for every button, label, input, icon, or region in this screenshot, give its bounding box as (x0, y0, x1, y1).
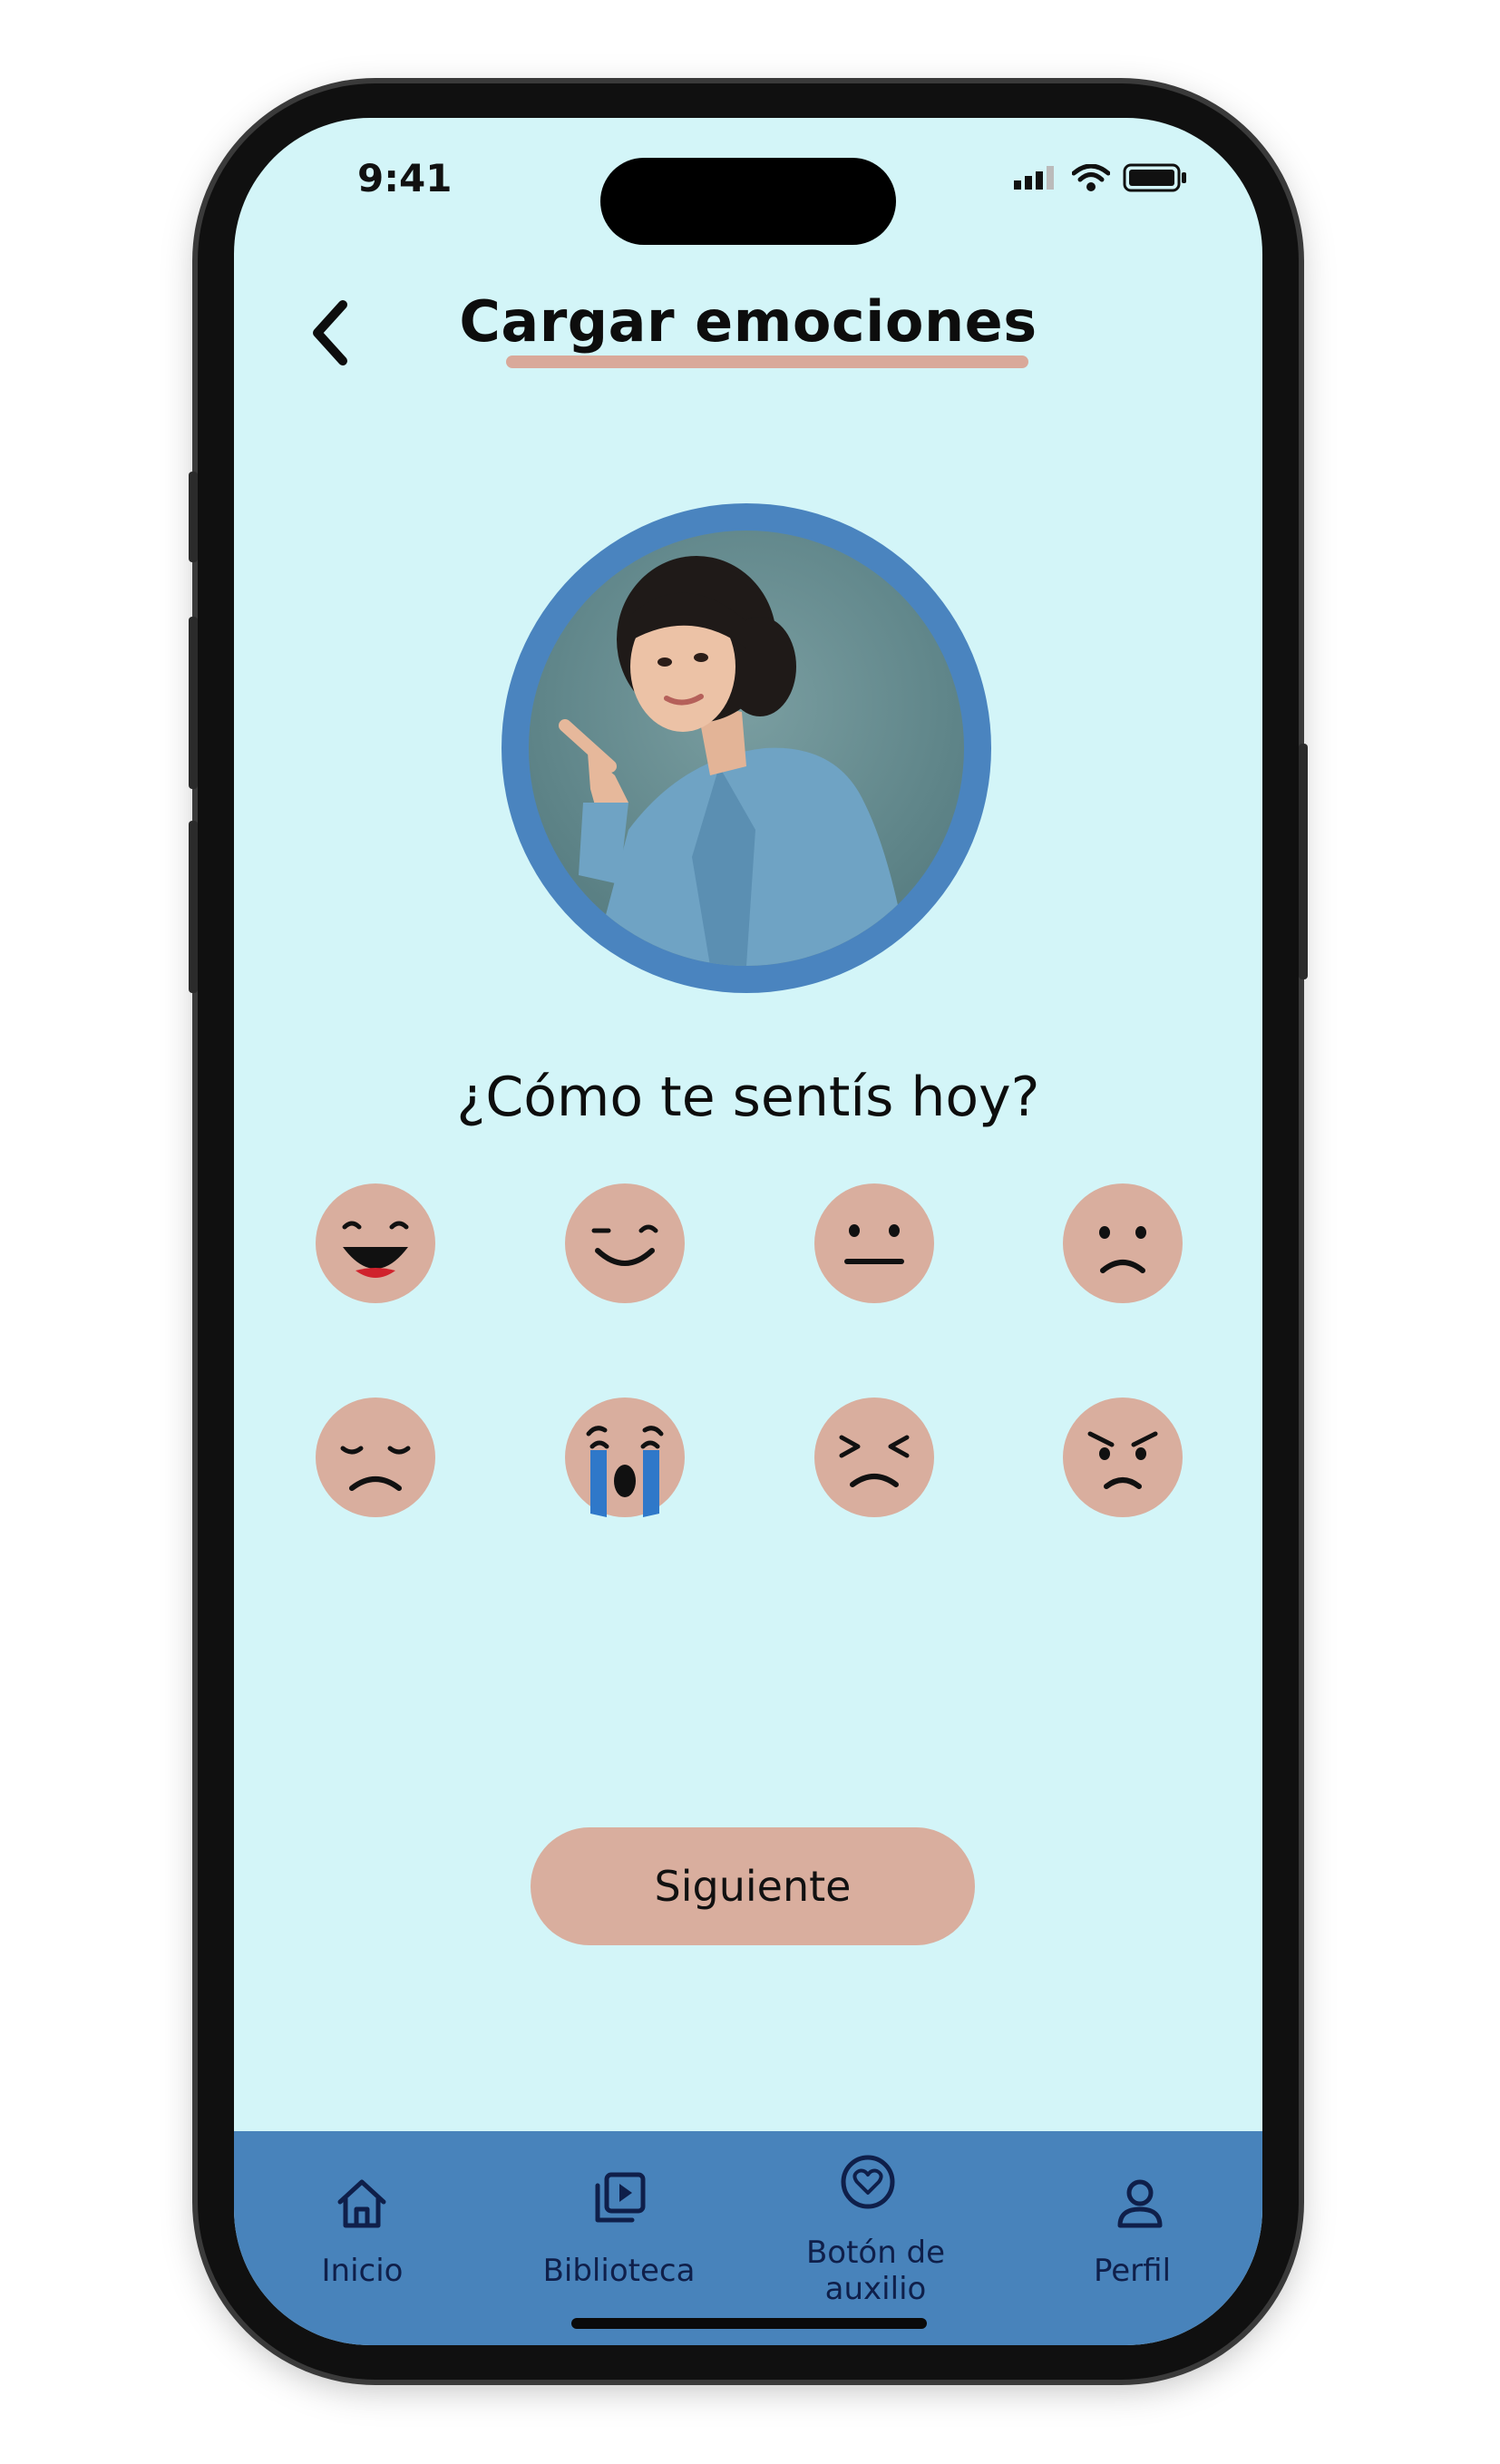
next-button[interactable]: Siguiente (531, 1827, 975, 1945)
page-title: Cargar emociones (459, 288, 1037, 355)
tab-label-boton-de: Botón de (805, 2235, 946, 2271)
title-underline (506, 355, 1028, 368)
emotion-angry[interactable] (1063, 1398, 1183, 1517)
tab-label-biblioteca: Biblioteca (542, 2253, 696, 2289)
tab-inicio[interactable]: Inicio (234, 2131, 491, 2345)
tab-perfil[interactable]: Perfil (1004, 2131, 1261, 2345)
volume-down-button (189, 821, 198, 993)
emotion-laughing[interactable] (316, 1183, 435, 1303)
emotion-crying[interactable] (565, 1398, 685, 1517)
volume-up-button (189, 617, 198, 789)
signal-icon (1014, 166, 1054, 190)
emotion-sad[interactable] (1063, 1183, 1183, 1303)
crying-face-icon (586, 1426, 664, 1517)
user-icon (1117, 2179, 1163, 2228)
laughing-face-icon (342, 1221, 409, 1278)
wifi-icon (1072, 164, 1110, 191)
happy-face-icon (591, 1224, 658, 1266)
emotion-grid (316, 1183, 1186, 1546)
emotion-neutral[interactable] (814, 1183, 934, 1303)
tab-label-perfil: Perfil (1093, 2253, 1172, 2289)
mute-switch (189, 472, 198, 562)
sad-face-icon (1099, 1226, 1146, 1273)
library-icon (595, 2172, 646, 2223)
profile-photo (502, 503, 991, 993)
battery-icon (1123, 163, 1186, 192)
profile-photo-image (529, 531, 964, 966)
disappointed-face-icon (340, 1446, 411, 1491)
tab-label-auxilio: auxilio (824, 2271, 927, 2307)
screen: 9:41 Cargar emociones ¿Cómo te sentís ho… (234, 118, 1262, 2345)
bottom-tab-bar: Inicio Biblioteca Botón de auxilio Perfi… (234, 2131, 1262, 2345)
home-indicator (571, 2318, 927, 2329)
dynamic-island (600, 158, 896, 245)
emotion-disappointed[interactable] (316, 1398, 435, 1517)
status-time: 9:41 (357, 156, 453, 200)
upset-face-icon (839, 1435, 910, 1487)
neutral-face-icon (844, 1224, 904, 1264)
tab-biblioteca[interactable]: Biblioteca (491, 2131, 747, 2345)
tab-label-inicio: Inicio (321, 2253, 404, 2289)
power-button (1299, 744, 1308, 979)
emotion-upset[interactable] (814, 1398, 934, 1517)
heart-circle-icon (841, 2155, 895, 2209)
status-icons (1014, 163, 1188, 192)
tab-boton-de-auxilio[interactable]: Botón de auxilio (747, 2131, 1004, 2345)
home-icon (337, 2179, 386, 2228)
angry-face-icon (1087, 1431, 1158, 1489)
mood-question: ¿Cómo te sentís hoy? (456, 1066, 1040, 1129)
emotion-happy[interactable] (565, 1183, 685, 1303)
